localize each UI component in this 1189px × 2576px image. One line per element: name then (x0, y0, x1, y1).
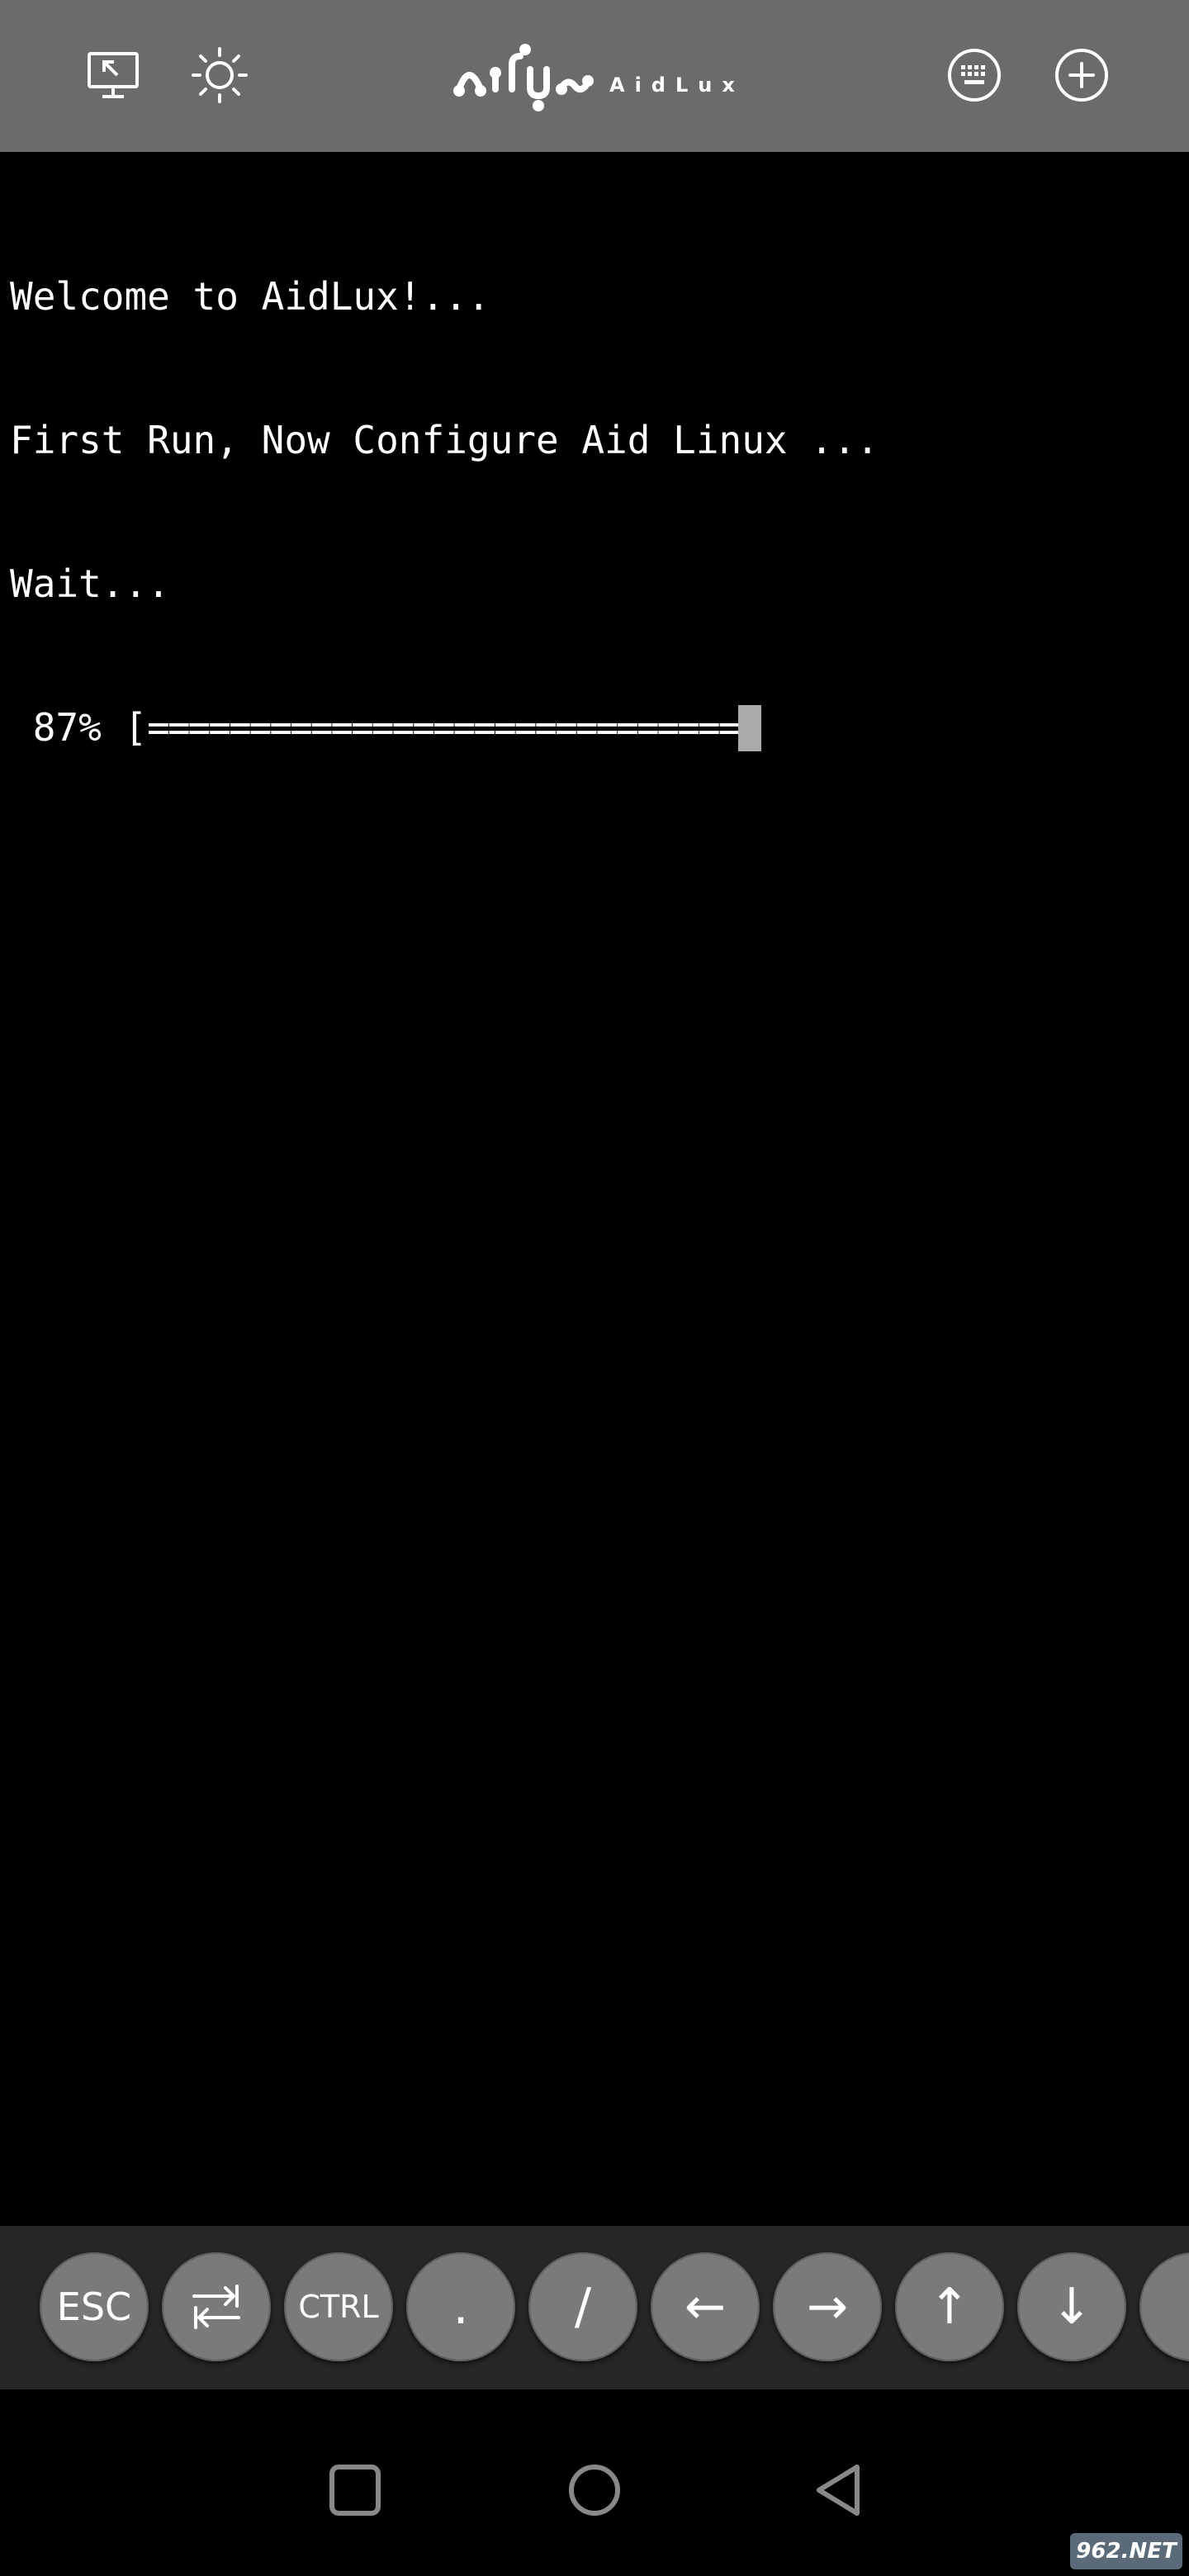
aidlux-logo-mark (453, 44, 594, 111)
back-icon[interactable] (806, 2457, 872, 2523)
ctrl-key-label: CTRL (298, 2289, 379, 2325)
desktop-icon[interactable] (81, 42, 147, 108)
progress-percent: 87% [ (10, 705, 148, 750)
terminal-line: Wait... (10, 561, 170, 606)
home-icon[interactable] (561, 2457, 628, 2523)
esc-key-label: ESC (56, 2285, 132, 2329)
terminal-line: First Run, Now Configure Aid Linux ... (10, 418, 879, 462)
down-arrow-label: ↓ (1050, 2278, 1093, 2336)
watermark-logo: 962.NET (1070, 2533, 1182, 2569)
terminal-cursor (738, 705, 762, 751)
tab-key[interactable] (162, 2252, 271, 2361)
dot-key[interactable]: . (406, 2252, 515, 2361)
left-arrow-label: ← (684, 2278, 727, 2336)
app-toolbar: AidLux (0, 0, 1189, 152)
dot-key-label: . (452, 2278, 469, 2336)
progress-bar: ============================= (147, 705, 741, 750)
up-arrow-key[interactable]: ↑ (895, 2252, 1004, 2361)
progress-line: 87% [============================= (10, 703, 1189, 751)
left-arrow-key[interactable]: ← (651, 2252, 760, 2361)
right-arrow-label: → (806, 2278, 849, 2336)
esc-key[interactable]: ESC (40, 2252, 149, 2361)
slash-key[interactable]: / (528, 2252, 637, 2361)
tab-swap-icon (192, 2285, 240, 2329)
keyboard-icon[interactable] (941, 42, 1007, 108)
watermark-text: 962.NET (1076, 2539, 1177, 2564)
up-arrow-label: ↑ (928, 2278, 971, 2336)
ctrl-key[interactable]: CTRL (284, 2252, 393, 2361)
terminal-output[interactable]: Welcome to AidLux!... First Run, Now Con… (10, 177, 1189, 799)
more-key[interactable] (1139, 2252, 1189, 2361)
brightness-icon[interactable] (187, 42, 253, 108)
terminal-line: Welcome to AidLux!... (10, 274, 490, 319)
aidlux-logo: AidLux (452, 36, 745, 116)
system-navigation-bar: 962.NET (0, 2389, 1189, 2576)
down-arrow-key[interactable]: ↓ (1017, 2252, 1126, 2361)
logo-text: AidLux (609, 73, 745, 97)
right-arrow-key[interactable]: → (773, 2252, 882, 2361)
extra-keys-row: ESC CTRL . / ← → ↑ ↓ (0, 2226, 1189, 2389)
add-icon[interactable] (1049, 42, 1115, 108)
slash-key-label: / (574, 2278, 592, 2336)
recent-apps-icon[interactable] (322, 2457, 388, 2523)
